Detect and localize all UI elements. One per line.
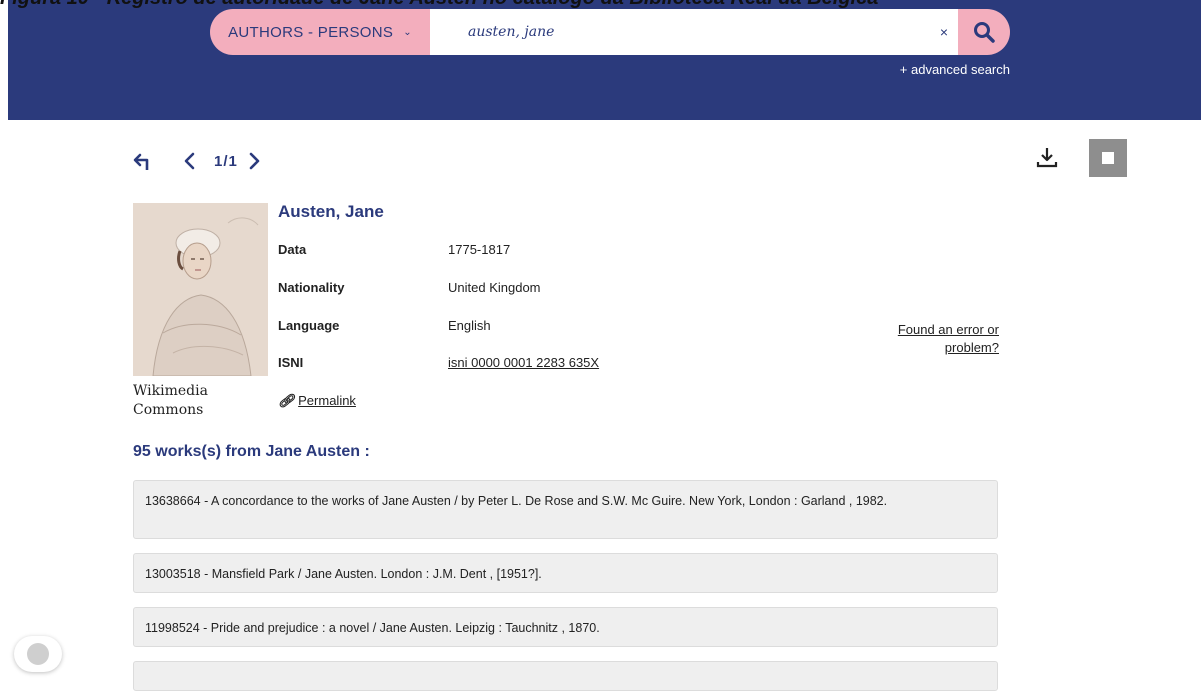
isni-link[interactable]: isni 0000 0001 2283 635X (448, 355, 599, 370)
field-label-data: Data (278, 242, 307, 257)
works-heading: 95 works(s) from Jane Austen : (133, 443, 370, 460)
search-button[interactable] (958, 9, 1010, 55)
field-label-language: Language (278, 318, 340, 333)
search-type-label: AUTHORS - PERSONS (228, 23, 394, 41)
cookie-icon (27, 643, 49, 665)
field-label-isni: ISNI (278, 355, 304, 370)
search-type-dropdown[interactable]: AUTHORS - PERSONS ⌄ (210, 9, 430, 55)
return-arrow-icon[interactable] (130, 149, 154, 173)
work-item[interactable]: 13638664 - A concordance to the works of… (133, 480, 998, 539)
advanced-search-link[interactable]: + advanced search (860, 62, 1010, 77)
cookie-settings-button[interactable] (14, 636, 62, 672)
search-input[interactable] (430, 9, 930, 55)
portrait-sketch (133, 203, 268, 376)
download-icon[interactable] (1035, 145, 1059, 169)
report-error-link[interactable]: Found an error or problem? (860, 321, 999, 357)
image-caption: Wikimedia Commons (133, 383, 208, 418)
permalink-link[interactable]: 🔗︎ Permalink (278, 393, 356, 409)
search-bar: AUTHORS - PERSONS ⌄ × (210, 9, 1010, 55)
field-value-nationality: United Kingdom (448, 280, 541, 295)
field-value-data: 1775-1817 (448, 242, 511, 257)
clear-search-button[interactable]: × (930, 9, 958, 55)
author-name: Austen, Jane (278, 202, 384, 221)
search-icon (974, 22, 995, 43)
chevron-left-icon[interactable] (182, 151, 198, 171)
author-portrait (133, 203, 268, 376)
pager: 1/1 (214, 152, 238, 170)
close-icon: × (939, 24, 949, 40)
field-value-language: English (448, 318, 491, 333)
chevron-right-icon[interactable] (246, 151, 262, 171)
work-item[interactable]: 11998524 - Pride and prejudice : a novel… (133, 607, 998, 647)
stop-square-button[interactable] (1089, 139, 1127, 177)
record-toolbar: 1/1 (130, 145, 262, 177)
work-item[interactable] (133, 661, 998, 691)
chevron-down-icon: ⌄ (403, 26, 412, 38)
permalink-label: Permalink (298, 393, 356, 408)
field-label-nationality: Nationality (278, 280, 345, 295)
link-icon: 🔗︎ (278, 393, 295, 408)
figure-caption: Figura 10 - Registro de autoridade de Ja… (0, 0, 1201, 8)
work-item[interactable]: 13003518 - Mansfield Park / Jane Austen.… (133, 553, 998, 593)
stop-square-icon (1102, 152, 1114, 164)
